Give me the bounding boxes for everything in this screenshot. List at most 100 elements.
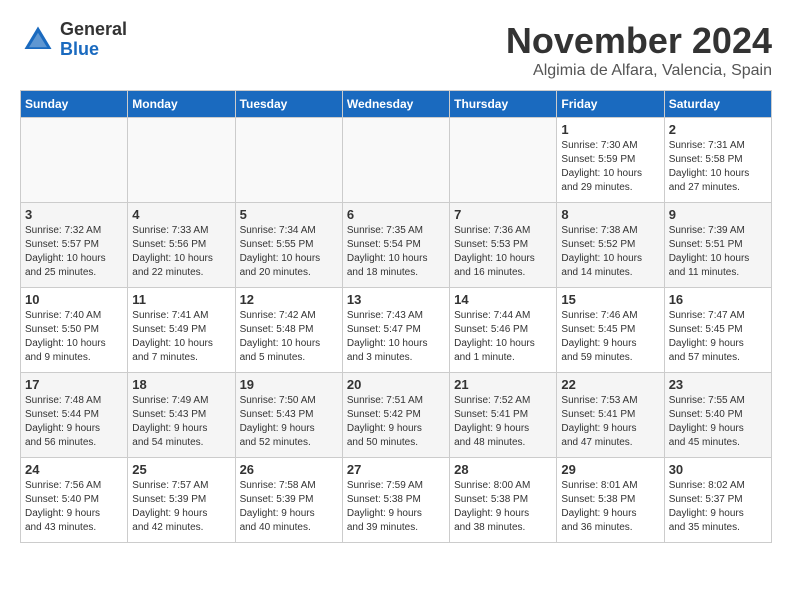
day-info: Sunrise: 7:36 AM Sunset: 5:53 PM Dayligh… (454, 224, 552, 280)
day-info: Sunrise: 7:39 AM Sunset: 5:51 PM Dayligh… (669, 224, 767, 280)
calendar-cell: 13Sunrise: 7:43 AM Sunset: 5:47 PM Dayli… (342, 288, 449, 373)
day-info: Sunrise: 7:40 AM Sunset: 5:50 PM Dayligh… (25, 309, 123, 365)
calendar-cell: 12 Sunrise: 7:42 AM Sunset: 5:48 PM Dayli… (235, 288, 342, 373)
day-info: Sunrise: 7:33 AM Sunset: 5:56 PM Dayligh… (132, 224, 230, 280)
calendar-cell (235, 118, 342, 203)
calendar-cell: 17Sunrise: 7:48 AM Sunset: 5:44 PM Dayli… (21, 373, 128, 458)
day-number: 12 (240, 292, 338, 307)
day-number: 2 (669, 122, 767, 137)
day-info: Sunrise: 7:31 AM Sunset: 5:58 PM Dayligh… (669, 139, 767, 195)
calendar-cell: 4 Sunrise: 7:33 AM Sunset: 5:56 PM Daylig… (128, 203, 235, 288)
day-number: 30 (669, 462, 767, 477)
day-info: Sunrise: 7:52 AM Sunset: 5:41 PM Dayligh… (454, 394, 552, 450)
calendar-cell (450, 118, 557, 203)
calendar-cell: 23 Sunrise: 7:55 AM Sunset: 5:40 PM Dayli… (664, 373, 771, 458)
calendar-week-4: 17Sunrise: 7:48 AM Sunset: 5:44 PM Dayli… (21, 373, 772, 458)
calendar-cell: 2 Sunrise: 7:31 AM Sunset: 5:58 PM Daylig… (664, 118, 771, 203)
calendar-cell: 24Sunrise: 7:56 AM Sunset: 5:40 PM Dayli… (21, 458, 128, 543)
day-info: Sunrise: 7:55 AM Sunset: 5:40 PM Dayligh… (669, 394, 767, 450)
logo-icon (20, 22, 56, 58)
calendar-cell: 8Sunrise: 7:38 AM Sunset: 5:52 PM Daylig… (557, 203, 664, 288)
day-number: 13 (347, 292, 445, 307)
calendar-cell: 1 Sunrise: 7:30 AM Sunset: 5:59 PM Daylig… (557, 118, 664, 203)
calendar-week-5: 24Sunrise: 7:56 AM Sunset: 5:40 PM Dayli… (21, 458, 772, 543)
day-number: 29 (561, 462, 659, 477)
day-info: Sunrise: 7:53 AM Sunset: 5:41 PM Dayligh… (561, 394, 659, 450)
calendar-cell: 19Sunrise: 7:50 AM Sunset: 5:43 PM Dayli… (235, 373, 342, 458)
header-cell-sunday: Sunday (21, 91, 128, 118)
day-info: Sunrise: 7:58 AM Sunset: 5:39 PM Dayligh… (240, 479, 338, 535)
calendar-table: SundayMondayTuesdayWednesdayThursdayFrid… (20, 90, 772, 543)
calendar-cell (128, 118, 235, 203)
calendar-week-3: 10 Sunrise: 7:40 AM Sunset: 5:50 PM Dayli… (21, 288, 772, 373)
calendar-week-2: 3 Sunrise: 7:32 AM Sunset: 5:57 PM Daylig… (21, 203, 772, 288)
day-number: 7 (454, 207, 552, 222)
calendar-cell: 14 Sunrise: 7:44 AM Sunset: 5:46 PM Dayli… (450, 288, 557, 373)
day-number: 11 (132, 292, 230, 307)
day-number: 21 (454, 377, 552, 392)
day-number: 8 (561, 207, 659, 222)
day-number: 26 (240, 462, 338, 477)
header-cell-thursday: Thursday (450, 91, 557, 118)
header-cell-monday: Monday (128, 91, 235, 118)
calendar-cell: 6 Sunrise: 7:35 AM Sunset: 5:54 PM Daylig… (342, 203, 449, 288)
day-info: Sunrise: 7:59 AM Sunset: 5:38 PM Dayligh… (347, 479, 445, 535)
month-title: November 2024 (506, 20, 772, 62)
header: General Blue November 2024 Algimia de Al… (20, 20, 772, 80)
day-number: 5 (240, 207, 338, 222)
day-info: Sunrise: 7:30 AM Sunset: 5:59 PM Dayligh… (561, 139, 659, 195)
day-info: Sunrise: 7:50 AM Sunset: 5:43 PM Dayligh… (240, 394, 338, 450)
day-info: Sunrise: 7:42 AM Sunset: 5:48 PM Dayligh… (240, 309, 338, 365)
day-number: 18 (132, 377, 230, 392)
day-number: 25 (132, 462, 230, 477)
calendar-cell: 9 Sunrise: 7:39 AM Sunset: 5:51 PM Daylig… (664, 203, 771, 288)
logo-text: General Blue (60, 20, 127, 60)
header-cell-friday: Friday (557, 91, 664, 118)
calendar-cell: 5Sunrise: 7:34 AM Sunset: 5:55 PM Daylig… (235, 203, 342, 288)
day-number: 10 (25, 292, 123, 307)
day-number: 27 (347, 462, 445, 477)
calendar-cell: 7 Sunrise: 7:36 AM Sunset: 5:53 PM Daylig… (450, 203, 557, 288)
day-info: Sunrise: 7:32 AM Sunset: 5:57 PM Dayligh… (25, 224, 123, 280)
calendar-cell: 10 Sunrise: 7:40 AM Sunset: 5:50 PM Dayli… (21, 288, 128, 373)
header-cell-wednesday: Wednesday (342, 91, 449, 118)
day-number: 1 (561, 122, 659, 137)
day-info: Sunrise: 7:44 AM Sunset: 5:46 PM Dayligh… (454, 309, 552, 365)
day-number: 28 (454, 462, 552, 477)
day-number: 22 (561, 377, 659, 392)
day-number: 3 (25, 207, 123, 222)
day-info: Sunrise: 7:49 AM Sunset: 5:43 PM Dayligh… (132, 394, 230, 450)
calendar-cell: 29 Sunrise: 8:01 AM Sunset: 5:38 PM Dayli… (557, 458, 664, 543)
logo-general-text: General (60, 20, 127, 40)
day-info: Sunrise: 8:02 AM Sunset: 5:37 PM Dayligh… (669, 479, 767, 535)
calendar-cell: 30 Sunrise: 8:02 AM Sunset: 5:37 PM Dayli… (664, 458, 771, 543)
day-info: Sunrise: 7:46 AM Sunset: 5:45 PM Dayligh… (561, 309, 659, 365)
calendar-cell: 27 Sunrise: 7:59 AM Sunset: 5:38 PM Dayli… (342, 458, 449, 543)
calendar-cell: 21 Sunrise: 7:52 AM Sunset: 5:41 PM Dayli… (450, 373, 557, 458)
calendar-cell: 25 Sunrise: 7:57 AM Sunset: 5:39 PM Dayli… (128, 458, 235, 543)
calendar-cell: 20Sunrise: 7:51 AM Sunset: 5:42 PM Dayli… (342, 373, 449, 458)
day-number: 24 (25, 462, 123, 477)
calendar-cell (21, 118, 128, 203)
calendar-header: SundayMondayTuesdayWednesdayThursdayFrid… (21, 91, 772, 118)
calendar-week-1: 1 Sunrise: 7:30 AM Sunset: 5:59 PM Daylig… (21, 118, 772, 203)
day-info: Sunrise: 7:47 AM Sunset: 5:45 PM Dayligh… (669, 309, 767, 365)
logo-blue-text: Blue (60, 40, 127, 60)
day-info: Sunrise: 8:00 AM Sunset: 5:38 PM Dayligh… (454, 479, 552, 535)
day-number: 15 (561, 292, 659, 307)
calendar-cell: 11Sunrise: 7:41 AM Sunset: 5:49 PM Dayli… (128, 288, 235, 373)
day-info: Sunrise: 7:35 AM Sunset: 5:54 PM Dayligh… (347, 224, 445, 280)
day-info: Sunrise: 7:48 AM Sunset: 5:44 PM Dayligh… (25, 394, 123, 450)
day-number: 14 (454, 292, 552, 307)
calendar-cell (342, 118, 449, 203)
day-number: 6 (347, 207, 445, 222)
day-number: 9 (669, 207, 767, 222)
day-number: 23 (669, 377, 767, 392)
title-area: November 2024 Algimia de Alfara, Valenci… (506, 20, 772, 80)
day-info: Sunrise: 7:57 AM Sunset: 5:39 PM Dayligh… (132, 479, 230, 535)
calendar-cell: 16Sunrise: 7:47 AM Sunset: 5:45 PM Dayli… (664, 288, 771, 373)
day-number: 4 (132, 207, 230, 222)
day-info: Sunrise: 8:01 AM Sunset: 5:38 PM Dayligh… (561, 479, 659, 535)
calendar-cell: 3 Sunrise: 7:32 AM Sunset: 5:57 PM Daylig… (21, 203, 128, 288)
location-title: Algimia de Alfara, Valencia, Spain (506, 62, 772, 80)
